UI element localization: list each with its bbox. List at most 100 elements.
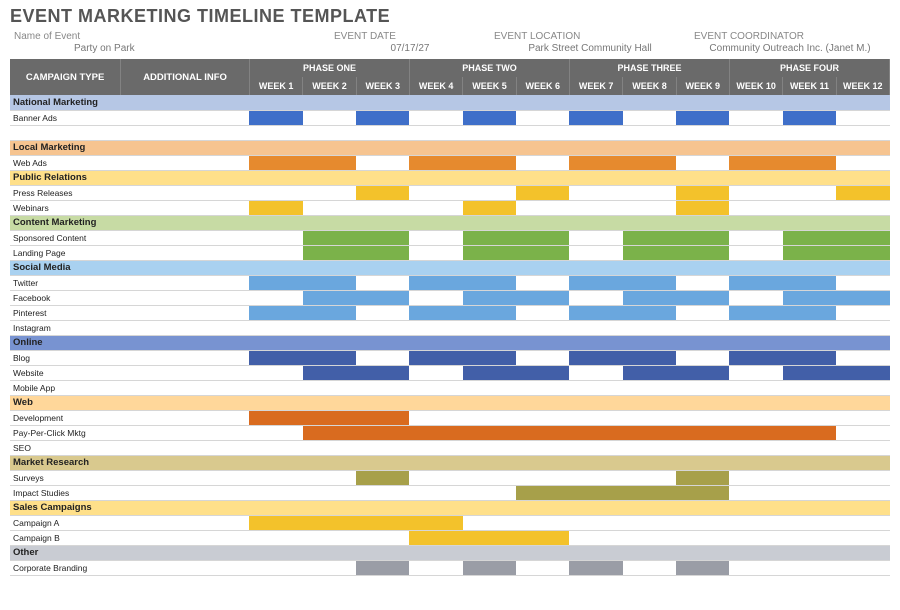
timeline-cell[interactable] xyxy=(783,440,836,455)
timeline-cell[interactable] xyxy=(249,305,302,320)
timeline-cell[interactable] xyxy=(409,365,462,380)
timeline-cell[interactable] xyxy=(623,110,676,125)
timeline-cell[interactable] xyxy=(356,530,409,545)
timeline-cell[interactable] xyxy=(303,425,356,440)
timeline-cell[interactable] xyxy=(356,470,409,485)
timeline-cell[interactable] xyxy=(303,185,356,200)
timeline-cell[interactable] xyxy=(836,410,889,425)
timeline-cell[interactable] xyxy=(249,425,302,440)
timeline-cell[interactable] xyxy=(409,125,462,140)
timeline-cell[interactable] xyxy=(249,155,302,170)
timeline-cell[interactable] xyxy=(623,350,676,365)
timeline-cell[interactable] xyxy=(623,530,676,545)
timeline-cell[interactable] xyxy=(356,515,409,530)
timeline-cell[interactable] xyxy=(409,290,462,305)
timeline-cell[interactable] xyxy=(569,320,622,335)
timeline-cell[interactable] xyxy=(783,320,836,335)
timeline-cell[interactable] xyxy=(516,560,569,575)
timeline-cell[interactable] xyxy=(623,410,676,425)
timeline-cell[interactable] xyxy=(249,470,302,485)
timeline-cell[interactable] xyxy=(783,290,836,305)
timeline-cell[interactable] xyxy=(729,440,782,455)
timeline-cell[interactable] xyxy=(303,380,356,395)
timeline-cell[interactable] xyxy=(249,485,302,500)
timeline-cell[interactable] xyxy=(463,200,516,215)
timeline-cell[interactable] xyxy=(623,560,676,575)
timeline-cell[interactable] xyxy=(836,485,889,500)
timeline-cell[interactable] xyxy=(409,425,462,440)
timeline-cell[interactable] xyxy=(836,275,889,290)
timeline-cell[interactable] xyxy=(729,230,782,245)
timeline-cell[interactable] xyxy=(409,320,462,335)
timeline-cell[interactable] xyxy=(409,485,462,500)
timeline-cell[interactable] xyxy=(623,425,676,440)
timeline-cell[interactable] xyxy=(836,320,889,335)
timeline-cell[interactable] xyxy=(463,320,516,335)
timeline-cell[interactable] xyxy=(516,230,569,245)
timeline-cell[interactable] xyxy=(356,380,409,395)
timeline-cell[interactable] xyxy=(249,365,302,380)
timeline-cell[interactable] xyxy=(729,200,782,215)
timeline-cell[interactable] xyxy=(836,530,889,545)
timeline-cell[interactable] xyxy=(836,110,889,125)
timeline-cell[interactable] xyxy=(569,515,622,530)
timeline-cell[interactable] xyxy=(409,200,462,215)
timeline-cell[interactable] xyxy=(623,290,676,305)
timeline-cell[interactable] xyxy=(249,320,302,335)
timeline-cell[interactable] xyxy=(729,425,782,440)
timeline-cell[interactable] xyxy=(783,470,836,485)
timeline-cell[interactable] xyxy=(516,350,569,365)
timeline-cell[interactable] xyxy=(676,200,729,215)
timeline-cell[interactable] xyxy=(569,200,622,215)
timeline-cell[interactable] xyxy=(356,440,409,455)
timeline-cell[interactable] xyxy=(516,155,569,170)
timeline-cell[interactable] xyxy=(623,470,676,485)
timeline-cell[interactable] xyxy=(783,410,836,425)
timeline-cell[interactable] xyxy=(569,185,622,200)
timeline-cell[interactable] xyxy=(516,440,569,455)
timeline-cell[interactable] xyxy=(409,560,462,575)
timeline-cell[interactable] xyxy=(623,185,676,200)
timeline-cell[interactable] xyxy=(729,470,782,485)
timeline-cell[interactable] xyxy=(249,530,302,545)
timeline-cell[interactable] xyxy=(623,440,676,455)
timeline-cell[interactable] xyxy=(249,185,302,200)
timeline-cell[interactable] xyxy=(836,365,889,380)
timeline-cell[interactable] xyxy=(623,155,676,170)
timeline-cell[interactable] xyxy=(356,320,409,335)
timeline-cell[interactable] xyxy=(623,230,676,245)
timeline-cell[interactable] xyxy=(676,485,729,500)
timeline-cell[interactable] xyxy=(463,110,516,125)
timeline-cell[interactable] xyxy=(303,230,356,245)
timeline-cell[interactable] xyxy=(729,185,782,200)
timeline-cell[interactable] xyxy=(516,305,569,320)
timeline-cell[interactable] xyxy=(409,185,462,200)
timeline-cell[interactable] xyxy=(463,230,516,245)
timeline-cell[interactable] xyxy=(783,110,836,125)
timeline-cell[interactable] xyxy=(409,230,462,245)
timeline-cell[interactable] xyxy=(729,305,782,320)
timeline-cell[interactable] xyxy=(836,470,889,485)
timeline-cell[interactable] xyxy=(463,560,516,575)
timeline-cell[interactable] xyxy=(569,350,622,365)
timeline-cell[interactable] xyxy=(516,290,569,305)
timeline-cell[interactable] xyxy=(409,350,462,365)
timeline-cell[interactable] xyxy=(516,380,569,395)
timeline-cell[interactable] xyxy=(249,515,302,530)
timeline-cell[interactable] xyxy=(516,245,569,260)
timeline-cell[interactable] xyxy=(249,230,302,245)
timeline-cell[interactable] xyxy=(356,125,409,140)
timeline-cell[interactable] xyxy=(516,485,569,500)
timeline-cell[interactable] xyxy=(729,275,782,290)
timeline-cell[interactable] xyxy=(569,530,622,545)
timeline-cell[interactable] xyxy=(729,485,782,500)
timeline-cell[interactable] xyxy=(303,470,356,485)
timeline-cell[interactable] xyxy=(249,350,302,365)
timeline-cell[interactable] xyxy=(676,290,729,305)
timeline-cell[interactable] xyxy=(783,365,836,380)
timeline-cell[interactable] xyxy=(836,440,889,455)
timeline-cell[interactable] xyxy=(409,245,462,260)
timeline-cell[interactable] xyxy=(676,230,729,245)
timeline-cell[interactable] xyxy=(356,350,409,365)
timeline-cell[interactable] xyxy=(303,365,356,380)
